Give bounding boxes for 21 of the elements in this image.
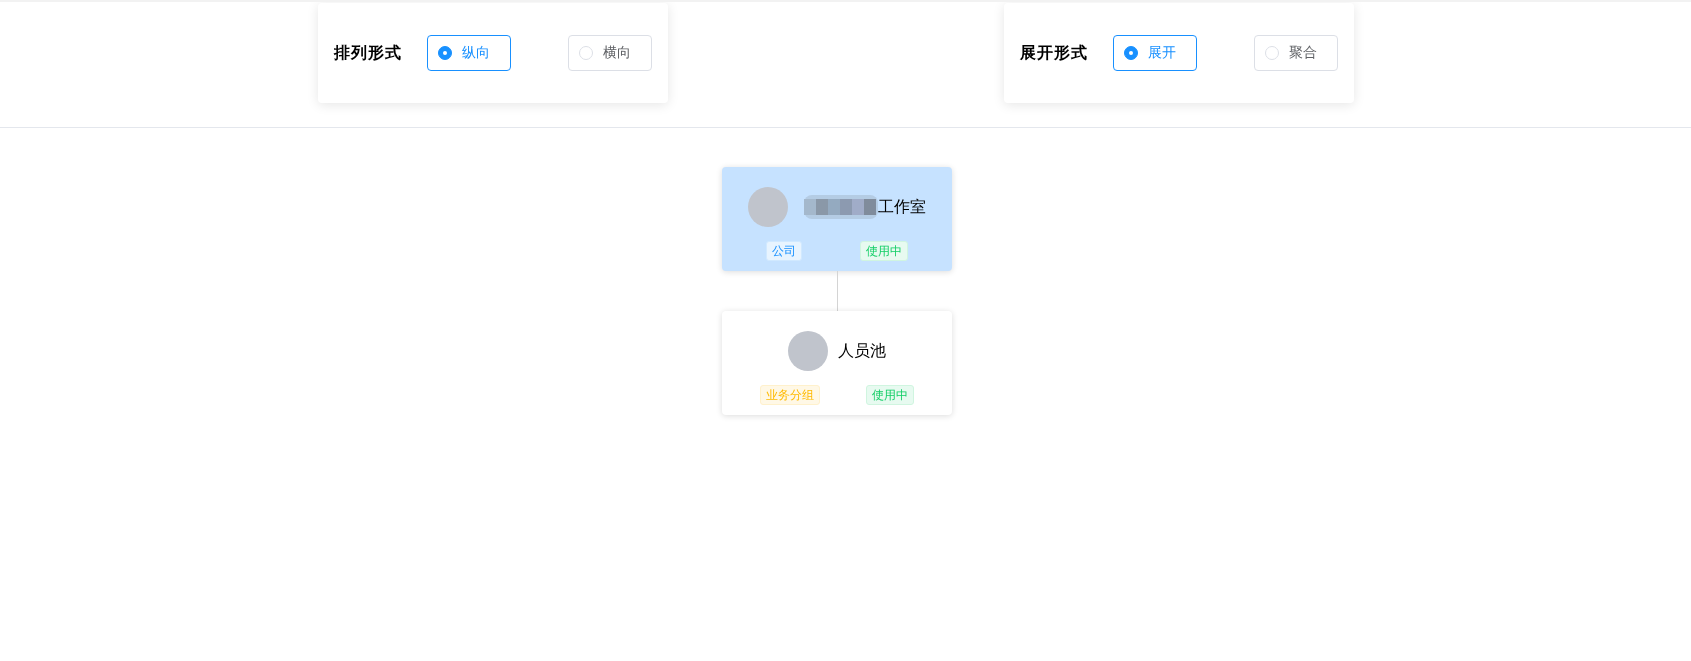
radio-circle-icon (1265, 46, 1279, 60)
node-tag: 使用中 (860, 241, 908, 261)
radio-option[interactable]: 纵向 (427, 35, 511, 71)
radio-circle-icon (438, 46, 452, 60)
setting-label: 排列形式 (334, 42, 403, 63)
radio-circle-icon (579, 46, 593, 60)
radio-option[interactable]: 聚合 (1254, 35, 1338, 71)
node-tag: 业务分组 (760, 385, 820, 405)
connector-line (836, 271, 838, 311)
node-tag: 使用中 (866, 385, 914, 405)
org-node-card[interactable]: 工作室 公司 使用中 (722, 167, 952, 271)
node-tag: 公司 (766, 241, 802, 261)
avatar-icon (788, 331, 828, 371)
radio-option[interactable]: 展开 (1113, 35, 1197, 71)
radio-option[interactable]: 横向 (568, 35, 652, 71)
radio-circle-icon (1124, 46, 1138, 60)
node-title: 人员池 (838, 340, 886, 361)
setting-label: 展开形式 (1020, 42, 1089, 63)
node-title: 工作室 (878, 196, 926, 217)
avatar-icon (748, 187, 788, 227)
org-node-card[interactable]: 人员池 业务分组 使用中 (722, 311, 952, 415)
